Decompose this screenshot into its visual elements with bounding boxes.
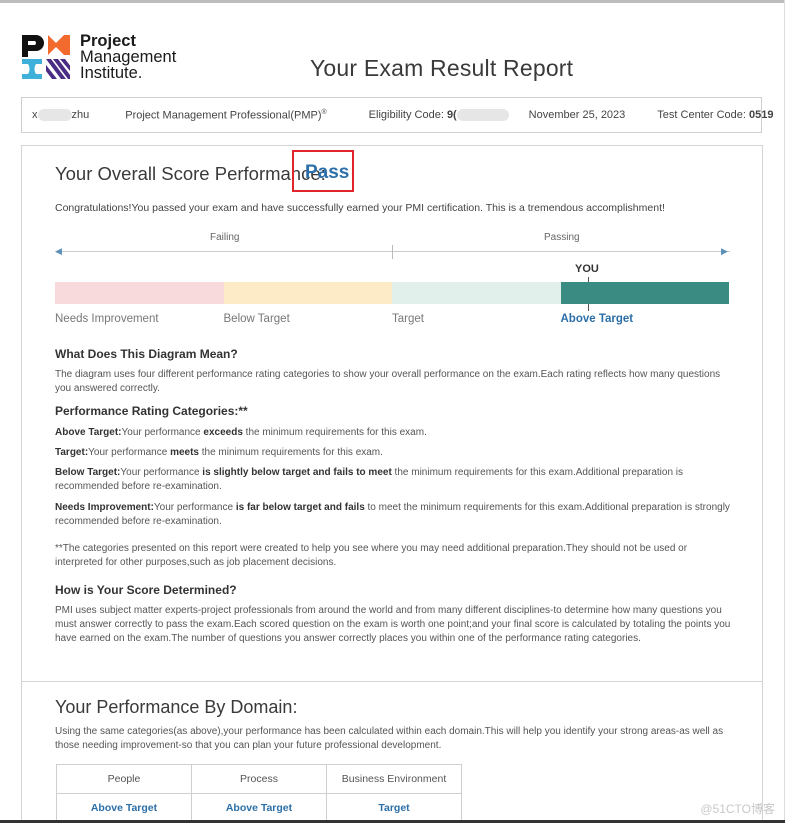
- scale-label-target: Target: [392, 313, 424, 325]
- registered-mark: ®: [321, 108, 327, 116]
- domain-description: Using the same categories(as above),your…: [55, 726, 724, 751]
- domain-title: Your Performance By Domain:: [55, 697, 298, 717]
- congratulations-text: Congratulations!You passed your exam and…: [55, 202, 665, 214]
- overall-score-title: Your Overall Score Performance:: [55, 163, 326, 184]
- passing-label: Passing: [544, 232, 580, 243]
- domain-result-business-environment: Target: [326, 793, 462, 823]
- pmi-logo-icon: [22, 35, 70, 79]
- overall-score-section: Your Overall Score Performance: Pass Con…: [21, 145, 763, 681]
- definition-term: Above Target:: [55, 427, 122, 438]
- definition-emphasis: meets: [170, 447, 199, 458]
- domain-header-people: People: [56, 764, 192, 794]
- candidate-name-suffix: zhu: [71, 108, 90, 121]
- domain-header-row: People Process Business Environment: [56, 764, 462, 794]
- redacted-eligibility: [456, 109, 509, 122]
- logo-line-3: Institute.: [80, 64, 143, 82]
- definition-needs-improvement: Needs Improvement:Your performance is fa…: [55, 501, 735, 529]
- report-title: Your Exam Result Report: [310, 55, 574, 81]
- definition-text: Your performance: [121, 427, 204, 438]
- certification-name: Project Management Professional(PMP)®: [99, 109, 352, 122]
- logo-line-2: Management: [80, 48, 177, 66]
- scale-segment-below-target: [223, 282, 392, 304]
- scale-segment-needs-improvement: [55, 282, 224, 304]
- failing-label: Failing: [210, 232, 240, 243]
- domain-header-process: Process: [191, 764, 327, 794]
- scale-label-needs-improvement: Needs Improvement: [55, 313, 159, 325]
- candidate-name: x zhu: [22, 108, 99, 122]
- candidate-name-prefix: x: [32, 108, 38, 121]
- domain-result-process: Above Target: [191, 793, 327, 823]
- watermark: @51CTO博客: [700, 802, 775, 816]
- test-center-label: Test Center Code:: [657, 109, 750, 121]
- pmi-logo-text: Project Management Institute.: [80, 32, 177, 82]
- definition-text: Your performance: [88, 447, 171, 458]
- domain-performance-section: Your Performance By Domain: Using the sa…: [21, 681, 763, 823]
- definition-emphasis: is far below target and fails: [235, 502, 365, 513]
- arrow-right-icon: ▶: [721, 246, 728, 256]
- eligibility-value: 9(: [446, 108, 457, 121]
- scale-axis: [58, 251, 730, 252]
- scale-segment-target: [392, 282, 561, 304]
- categories-footnote: **The categories presented on this repor…: [55, 543, 688, 568]
- definition-emphasis: is slightly below target and fails to me…: [202, 467, 392, 478]
- test-center-value: 0519: [749, 109, 774, 121]
- score-text: PMI uses subject matter experts-project …: [55, 605, 731, 644]
- categories-heading: Performance Rating Categories:**: [55, 404, 248, 418]
- candidate-info-bar: x zhu Project Management Professional(PMP…: [21, 97, 774, 133]
- exam-date: November 25, 2023: [528, 109, 626, 121]
- top-border: [0, 0, 785, 3]
- definition-text: Your performance: [153, 502, 236, 513]
- overall-result: Pass: [305, 162, 350, 183]
- definition-term: Below Target:: [55, 467, 121, 478]
- domain-result-people: Above Target: [56, 793, 192, 823]
- domain-header-business-environment: Business Environment: [326, 764, 462, 794]
- arrow-left-icon: ◀: [55, 246, 62, 256]
- definition-text: the minimum requirements for this exam.: [242, 427, 427, 438]
- eligibility-label: Eligibility Code:: [368, 108, 447, 121]
- scale-label-above-target: Above Target: [560, 313, 634, 325]
- definition-below-target: Below Target:Your performance is slightl…: [55, 466, 735, 494]
- definition-text: the minimum requirements for this exam.: [198, 447, 383, 458]
- definition-above-target: Above Target:Your performance exceeds th…: [55, 426, 735, 440]
- result-highlight-box: Pass: [292, 150, 354, 192]
- domain-result-row: Above Target Above Target Target: [56, 793, 462, 823]
- diagram-heading: What Does This Diagram Mean?: [55, 347, 238, 361]
- domain-table: People Process Business Environment Abov…: [56, 764, 462, 823]
- score-heading: How is Your Score Determined?: [55, 583, 237, 597]
- definition-text: Your performance: [120, 467, 203, 478]
- scale-label-below-target: Below Target: [223, 313, 290, 325]
- test-center-code: Test Center Code: 0519: [641, 109, 785, 121]
- scale-segment-above-target: [560, 282, 729, 304]
- eligibility-code: Eligibility Code: 9(: [353, 108, 513, 122]
- definition-term: Needs Improvement:: [55, 502, 154, 513]
- diagram-text: The diagram uses four different performa…: [55, 369, 721, 394]
- logo-line-1: Project: [80, 32, 136, 50]
- definition-emphasis: exceeds: [203, 427, 243, 438]
- pass-fail-divider: [392, 245, 393, 259]
- pmi-logo: Project Management Institute.: [22, 33, 192, 85]
- certification-text: Project Management Professional(PMP): [125, 109, 322, 122]
- definition-term: Target:: [55, 447, 89, 458]
- you-marker-tick: [588, 304, 589, 311]
- definition-target: Target:Your performance meets the minimu…: [55, 446, 735, 460]
- redacted-name: [37, 109, 72, 122]
- you-marker-label: YOU: [575, 263, 599, 275]
